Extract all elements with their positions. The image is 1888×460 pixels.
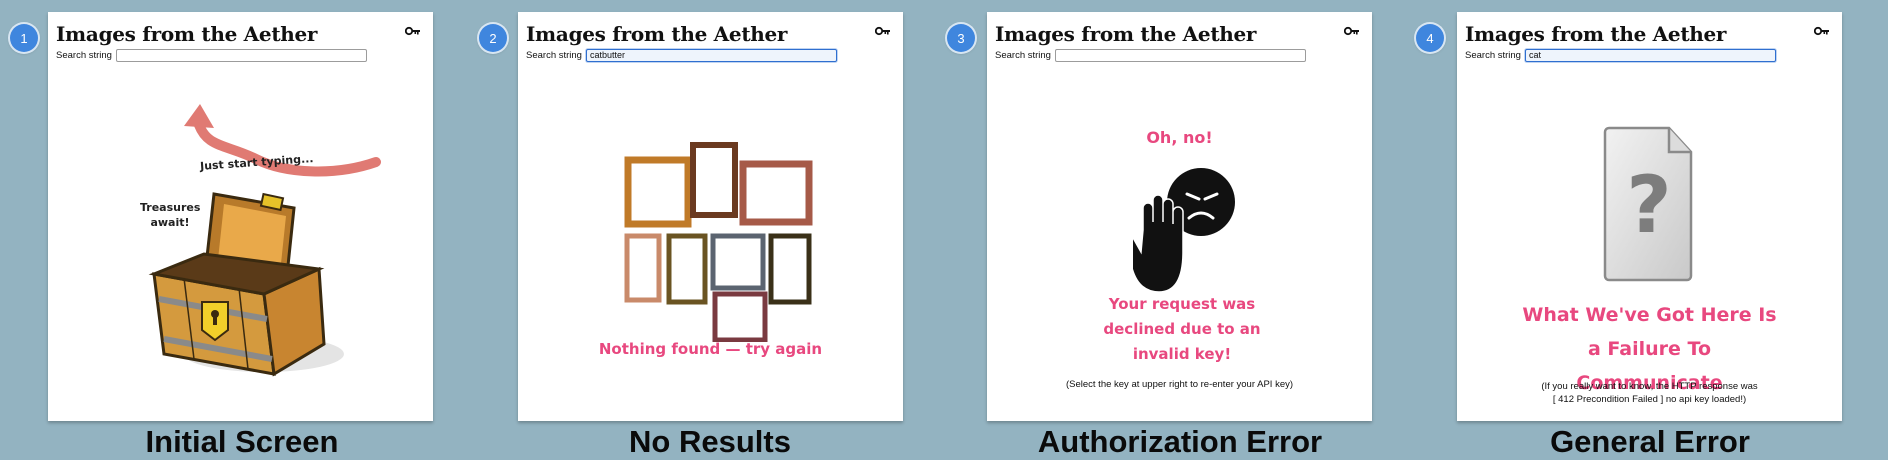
panel-general-error: Images from the Aether Search string ? W…: [1457, 12, 1842, 421]
step-badge-3: 3: [947, 24, 975, 52]
panel-no-results: Images from the Aether Search string Not…: [518, 12, 903, 421]
step-badge-1: 1: [10, 24, 38, 52]
search-label: Search string: [56, 49, 112, 61]
key-icon[interactable]: [1814, 26, 1830, 36]
missing-file-icon: ?: [1603, 126, 1693, 282]
curved-arrow-icon: [184, 104, 381, 177]
search-row: Search string: [995, 48, 1306, 62]
general-error-note-1: (If you really want to know, the HTTP re…: [1541, 381, 1758, 392]
search-row: Search string: [56, 48, 367, 62]
caption-general-error: General Error: [1550, 424, 1750, 459]
search-input[interactable]: [1524, 48, 1776, 62]
search-input[interactable]: [1054, 48, 1306, 62]
search-label: Search string: [995, 49, 1051, 61]
panel-initial: Images from the Aether Search string Jus…: [48, 12, 433, 421]
app-title: Images from the Aether: [526, 22, 788, 46]
app-title: Images from the Aether: [1465, 22, 1727, 46]
search-input[interactable]: [115, 48, 367, 62]
key-icon[interactable]: [875, 26, 891, 36]
search-label: Search string: [1465, 49, 1521, 61]
search-row: Search string: [526, 48, 837, 62]
app-title: Images from the Aether: [995, 22, 1257, 46]
caption-no-results: No Results: [629, 424, 791, 459]
no-results-message: Nothing found — try again: [598, 340, 823, 358]
treasure-chest-icon: [148, 192, 344, 377]
general-error-note-2: [ 412 Precondition Failed ] no api key l…: [1552, 394, 1747, 405]
panel-auth-error: Images from the Aether Search string Oh,…: [987, 12, 1372, 421]
step-badge-4: 4: [1416, 24, 1444, 52]
stop-hand-icon: [1133, 194, 1184, 293]
search-label: Search string: [526, 49, 582, 61]
caption-initial-screen: Initial Screen: [145, 424, 339, 459]
oh-no-text: Oh, no!: [1146, 128, 1213, 147]
step-badge-2: 2: [479, 24, 507, 52]
auth-error-note: (Select the key at upper right to re-ent…: [1065, 379, 1294, 390]
key-icon[interactable]: [405, 26, 421, 36]
search-input[interactable]: [585, 48, 837, 62]
app-title: Images from the Aether: [56, 22, 318, 46]
svg-text:?: ?: [1626, 161, 1671, 251]
empty-frames-icon: [624, 142, 813, 342]
auth-error-message: Your request was declined due to an inva…: [1103, 295, 1261, 363]
caption-authorization-error: Authorization Error: [1037, 424, 1323, 459]
key-icon[interactable]: [1344, 26, 1360, 36]
search-row: Search string: [1465, 48, 1776, 62]
